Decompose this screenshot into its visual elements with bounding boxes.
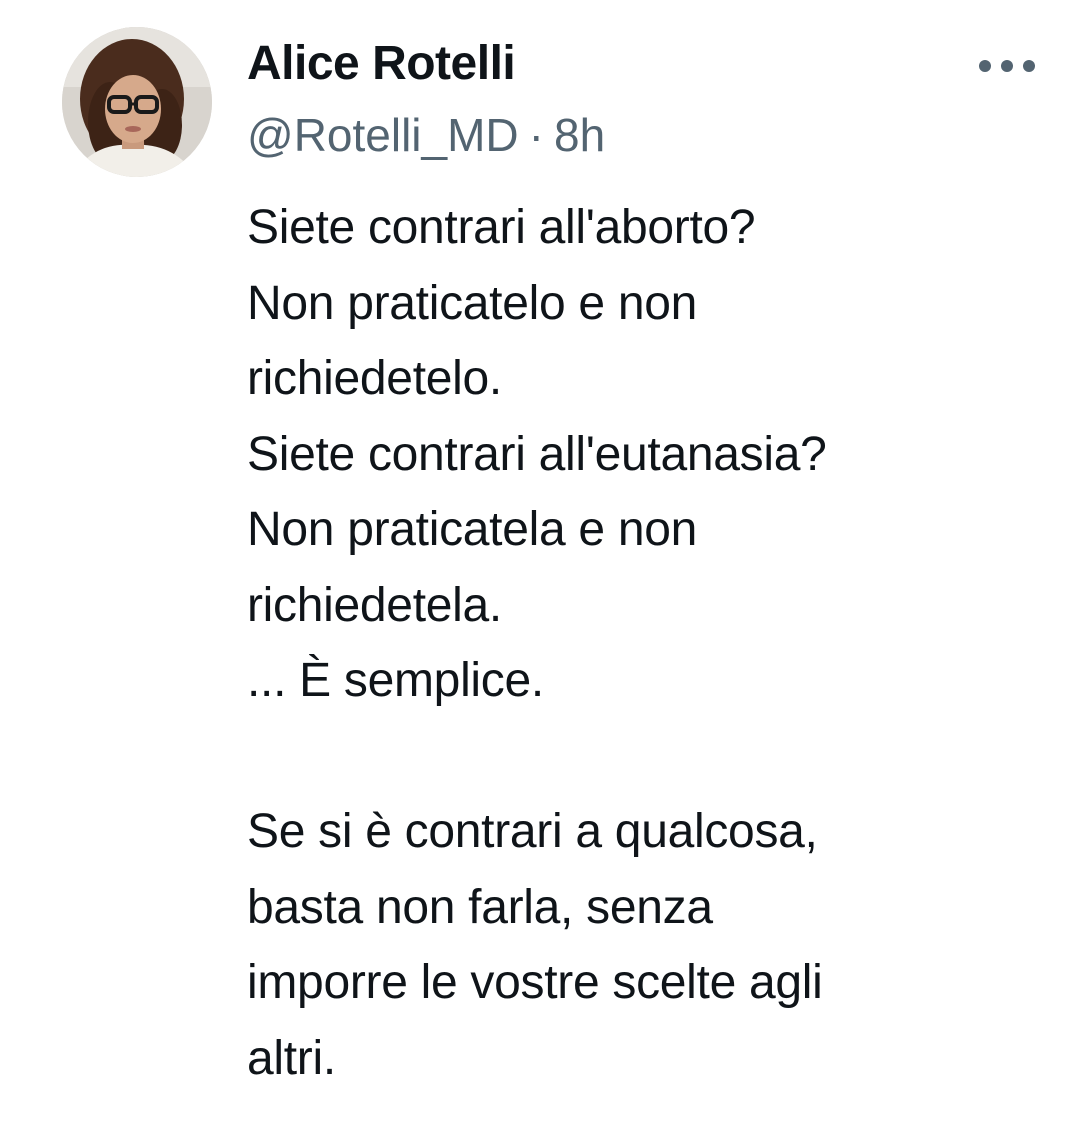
author-avatar[interactable] [62,27,212,177]
tweet-text-line: richiedetela. [247,578,502,632]
tweet-text-line: imporre le vostre scelte agli [247,956,823,1009]
tweet-text-line: ... È semplice. [247,654,544,707]
author-handle[interactable]: @Rotelli_MD [247,109,519,161]
tweet-text-line: Siete contrari all'aborto? [247,201,756,254]
tweet-card: Alice Rotelli @Rotelli_MD · 8h Siete contr… [0,0,1080,1126]
tweet-text-line: Non praticatela e non [247,503,698,556]
tweet-meta: @Rotelli_MD · 8h [247,106,1040,164]
tweet-text-line: Se si è contrari a qualcosa, [247,805,818,858]
tweet-text-line: richiedetelo. [247,352,502,405]
tweet-header: Alice Rotelli @Rotelli_MD · 8h [247,34,1040,164]
more-options-button[interactable] [972,46,1042,86]
tweet-text-line: Non praticatelo e non [247,276,698,330]
tweet-text: Siete contrari all'aborto? Non praticate… [247,190,1047,1096]
tweet-timestamp[interactable]: 8h [554,109,605,161]
tweet-text-line: altri. [247,1031,336,1085]
avatar-photo [62,27,212,177]
meta-separator: · [528,109,544,161]
tweet-text-line: Siete contrari all'eutanasia? [247,427,827,481]
tweet-text-line: basta non farla, senza [247,880,713,934]
author-display-name[interactable]: Alice Rotelli [247,34,1040,94]
ellipsis-icon [979,60,1035,72]
